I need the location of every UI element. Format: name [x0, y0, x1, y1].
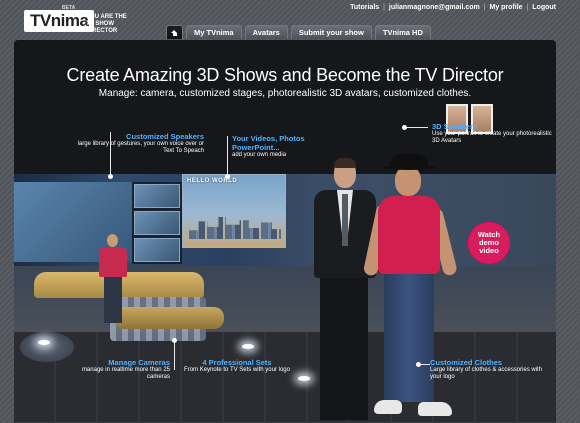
- connector-dot: [225, 174, 230, 179]
- feature-text: add your own media: [232, 152, 287, 158]
- logo-text: TVnima: [30, 11, 89, 30]
- hero-panel: Create Amazing 3D Shows and Become the T…: [14, 40, 556, 423]
- beta-badge: BETA: [62, 5, 76, 11]
- hero-headline: Create Amazing 3D Shows and Become the T…: [66, 65, 504, 85]
- thumbnail: [134, 211, 180, 235]
- hero-subline: Manage: camera, customized stages, photo…: [98, 88, 472, 99]
- my-profile-link[interactable]: My profile: [489, 4, 522, 11]
- tab-avatars[interactable]: Avatars: [244, 25, 288, 39]
- feature-title: Your Videos, Photos PowerPoint...: [232, 134, 305, 152]
- connector-line: [227, 136, 228, 176]
- feature-your-media: Your Videos, Photos PowerPoint... add yo…: [232, 134, 332, 159]
- presenter-figure: [96, 234, 130, 326]
- studio-thumbnail-screens: [132, 182, 182, 264]
- feature-customized-clothes: Customized Clothes Large library of clot…: [430, 358, 554, 381]
- separator: |: [383, 4, 385, 11]
- logout-link[interactable]: Logout: [532, 4, 556, 11]
- feature-title: Customized Clothes: [430, 358, 503, 367]
- connector-dot: [172, 338, 177, 343]
- feature-title: 4 Professional Sets: [202, 358, 272, 367]
- tab-my-tvnima[interactable]: My TVnima: [186, 25, 242, 39]
- floor-light: [298, 376, 310, 381]
- feature-3d-speakers: 3D Speakers Use your portrait to create …: [432, 122, 552, 145]
- feature-customized-speakers: Customized Speakers large library of ges…: [76, 132, 204, 155]
- feature-text: Large library of clothes & accessories w…: [430, 367, 543, 380]
- connector-line: [420, 364, 430, 365]
- main-tabs: My TVnima Avatars Submit your show TVnim…: [166, 25, 431, 39]
- separator: |: [526, 4, 529, 11]
- avatar-red-shirt-man: [360, 154, 459, 422]
- watch-demo-button[interactable]: Watch demo video: [468, 222, 510, 264]
- tvnima-logo[interactable]: TVnima: [24, 10, 95, 32]
- city-skyline: [189, 217, 281, 239]
- feature-title: 3D Speakers: [432, 122, 478, 131]
- feature-text: Use your portrait to create your photore…: [432, 131, 552, 144]
- connector-line: [174, 340, 175, 370]
- feature-text: large library of gestures, your own voic…: [77, 141, 204, 154]
- feature-text: manage in realtime more than 25 cameras: [81, 367, 170, 380]
- stage-platform: [20, 332, 74, 362]
- studio-screen-city: HELLO WORLD: [182, 174, 286, 248]
- separator: |: [483, 4, 486, 11]
- tab-tvnima-hd[interactable]: TVnima HD: [374, 25, 431, 39]
- tutorials-link[interactable]: Tutorials: [350, 4, 379, 11]
- feature-title: Manage Cameras: [108, 358, 170, 367]
- floor-light: [242, 344, 254, 349]
- floor-light: [38, 340, 50, 345]
- screen-text: HELLO WORLD: [187, 178, 238, 184]
- connector-line: [110, 132, 111, 176]
- tab-submit-show[interactable]: Submit your show: [290, 25, 372, 39]
- user-email-link[interactable]: julianmagnone@gmail.com: [389, 4, 480, 11]
- feature-title: Customized Speakers: [126, 132, 204, 141]
- connector-dot: [416, 362, 421, 367]
- tab-home[interactable]: [166, 25, 183, 39]
- connector-dot: [108, 174, 113, 179]
- thumbnail: [134, 238, 180, 262]
- tagline: YOU ARE THE TV SHOW DIRECTOR: [86, 14, 127, 34]
- thumbnail: [134, 184, 180, 208]
- feature-manage-cameras: Manage Cameras manage in realtime more t…: [80, 358, 170, 381]
- feature-text: From Keynote to TV Sets with your logo: [184, 367, 290, 373]
- news-desk-front: [114, 307, 224, 329]
- connector-line: [406, 127, 428, 128]
- connector-dot: [402, 125, 407, 130]
- top-links: Tutorials | julianmagnone@gmail.com | My…: [350, 4, 556, 11]
- feature-professional-sets: 4 Professional Sets From Keynote to TV S…: [182, 358, 292, 374]
- home-icon: [171, 29, 178, 36]
